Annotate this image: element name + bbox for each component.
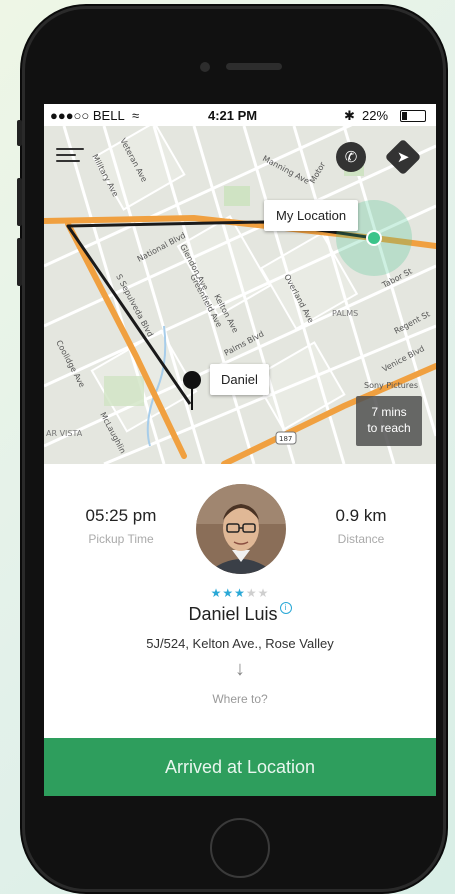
route-shield: 187 [279,435,292,443]
area-label: PALMS [332,309,358,318]
rating-empty: ★★ [245,586,270,600]
bluetooth-icon: ✱ [344,108,355,123]
home-button[interactable] [210,818,270,878]
my-location-label: My Location [264,200,359,231]
eta-badge: 7 mins to reach [356,396,422,446]
eta-value: 7 mins [371,405,407,419]
distance-label: Distance [337,532,385,546]
distance-value: 0.9 km [335,506,387,525]
map-view[interactable]: National Blvd Palms Blvd Overland Ave PA… [44,126,436,464]
passenger-name: Daniel Luis [188,604,278,624]
trip-info-panel: 05:25 pm Pickup Time 0.9 km Distance ★★★… [44,464,436,738]
eta-suffix: to reach [367,421,411,435]
info-icon[interactable]: i [279,602,292,614]
area-label: AR VISTA [46,429,83,438]
pickup-time-value: 05:25 pm [85,506,157,525]
wifi-icon: ≈ [132,108,140,123]
status-time: 4:21 PM [208,108,258,123]
rating-filled: ★★★ [210,586,246,600]
rating-stars: ★★★★★ [44,586,436,600]
status-bar: ●●●○○ BELL ≈ 4:21 PM ✱ 22% [44,104,436,126]
earpiece-speaker [226,63,282,70]
pin-icon [183,371,201,389]
pickup-time-label: Pickup Time [88,532,154,546]
front-camera [200,62,210,72]
carrier-signal: ●●●○○ BELL [50,108,125,123]
menu-icon[interactable] [56,144,84,166]
arrow-down-icon: ↓ [235,658,245,680]
app-screen: ●●●○○ BELL ≈ 4:21 PM ✱ 22% National Blvd… [44,104,436,796]
battery-percent: 22% [362,108,389,123]
phone-icon[interactable]: ✆ [336,142,366,172]
avatar [196,484,286,574]
volume-down-button [17,238,22,286]
passenger-address: 5J/524, Kelton Ave., Rose Valley [146,636,334,651]
distance-block: 0.9 km Distance [306,506,416,546]
pickup-time-block: 05:25 pm Pickup Time [66,506,176,546]
passenger-name-row: Daniel Luis i [44,602,436,625]
where-to-link[interactable]: Where to? [44,692,436,706]
mute-switch [17,120,22,146]
arrived-at-location-button[interactable]: Arrived at Location [44,738,436,796]
street-label: Sony Pictures [364,381,418,390]
location-dot-icon [366,230,382,246]
driver-label: Daniel [210,364,269,395]
battery-icon [400,110,426,122]
volume-up-button [17,178,22,226]
